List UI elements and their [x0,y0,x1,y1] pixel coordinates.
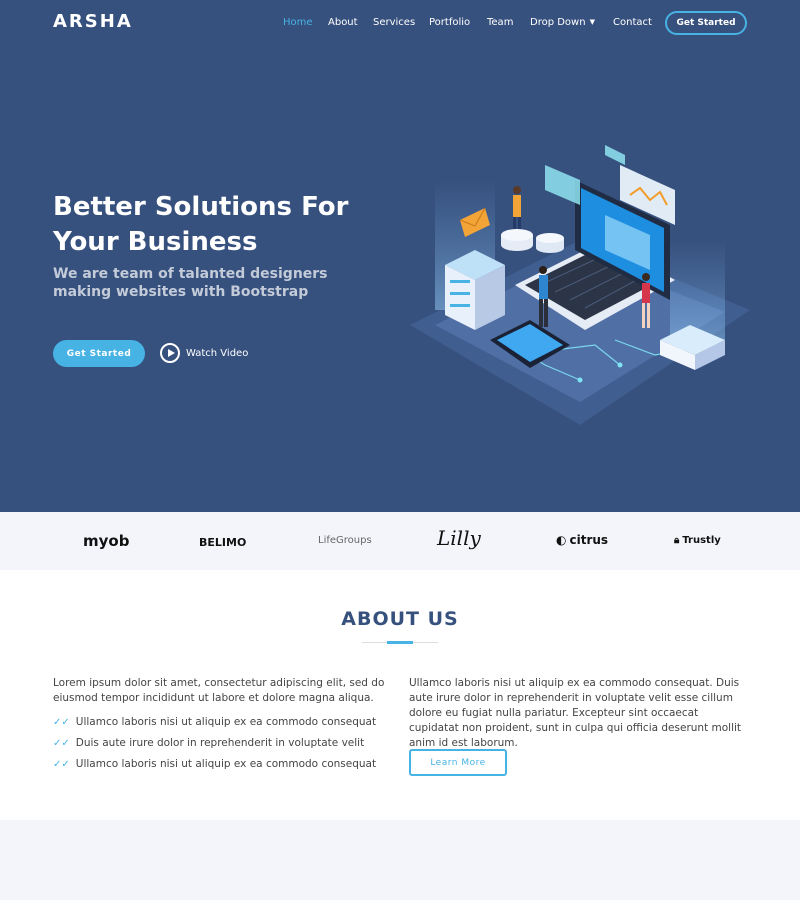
check-list-item: ✓✓ Ullamco laboris nisi ut aliquip ex ea… [53,758,377,770]
nav-about[interactable]: About [328,17,358,28]
double-check-icon: ✓✓ [53,737,70,749]
hero-section: ARSHA Home About Services Portfolio Team… [0,0,800,512]
check-list-item: ✓✓ Duis aute irure dolor in reprehenderi… [53,737,365,749]
site-logo[interactable]: ARSHA [53,11,133,32]
client-logo-lilly: Lilly [437,526,481,550]
play-icon [160,343,180,363]
nav-dropdown-label: Drop Down [530,17,586,28]
citrus-leaf-icon: ◐ [556,533,567,547]
nav-home[interactable]: Home [283,17,313,28]
site-header: ARSHA Home About Services Portfolio Team… [0,0,800,46]
clients-strip: myob BELIMO LifeGroups Lilly ◐ citrus 🔒︎ T… [0,512,800,570]
watch-video-link[interactable]: Watch Video [160,343,248,363]
hero-get-started-button[interactable]: Get Started [53,340,145,367]
lock-icon: 🔒︎ [674,535,680,546]
double-check-icon: ✓✓ [53,716,70,728]
nav-services[interactable]: Services [373,17,415,28]
hero-illustration [410,145,750,425]
hero-title: Better Solutions For Your Business [53,192,349,257]
watch-video-label: Watch Video [186,347,249,359]
hero-subtitle: We are team of talanted designers making… [53,266,328,300]
check-list-item: ✓✓ Ullamco laboris nisi ut aliquip ex ea… [53,716,377,728]
nav-dropdown[interactable]: Drop Down ▼ [530,17,595,28]
header-get-started-button[interactable]: Get Started [665,11,747,35]
about-title: ABOUT US [341,608,459,630]
chevron-down-icon: ▼ [589,18,595,26]
client-logo-lifegroups: LifeGroups [318,535,372,546]
title-divider-accent [387,641,413,644]
client-logo-belimo: BELIMO [199,536,247,549]
next-section [0,820,800,900]
client-logo-trustly: 🔒︎ Trustly [674,535,721,546]
nav-portfolio[interactable]: Portfolio [429,17,470,28]
about-right-text: Ullamco laboris nisi ut aliquip ex ea co… [409,677,742,749]
client-logo-citrus: ◐ citrus [556,533,609,547]
double-check-icon: ✓✓ [53,758,70,770]
nav-contact[interactable]: Contact [613,17,652,28]
learn-more-button[interactable]: Learn More [409,749,507,776]
client-logo-myob: myob [83,532,130,550]
about-left-text: Lorem ipsum dolor sit amet, consectetur … [53,677,385,704]
nav-team[interactable]: Team [487,17,513,28]
